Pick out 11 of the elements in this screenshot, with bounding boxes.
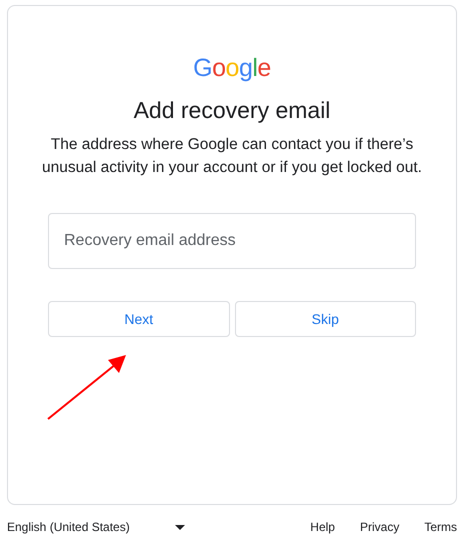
email-input-field[interactable]: Recovery email address [48,213,416,269]
google-logo: Google [193,54,271,82]
next-button[interactable]: Next [48,301,230,337]
footer-link[interactable]: Help [310,520,335,534]
footer-link[interactable]: Terms [424,520,457,534]
language-selector[interactable]: English (United States) [7,520,185,534]
footer-link[interactable]: Privacy [360,520,400,534]
page-title: Add recovery email [134,96,330,125]
skip-button[interactable]: Skip [234,301,416,337]
description-text: The address where Google can contact you if there’s unusual activity in your account or if you get locked out. [42,135,422,178]
dropdown-caret-icon [174,524,185,530]
